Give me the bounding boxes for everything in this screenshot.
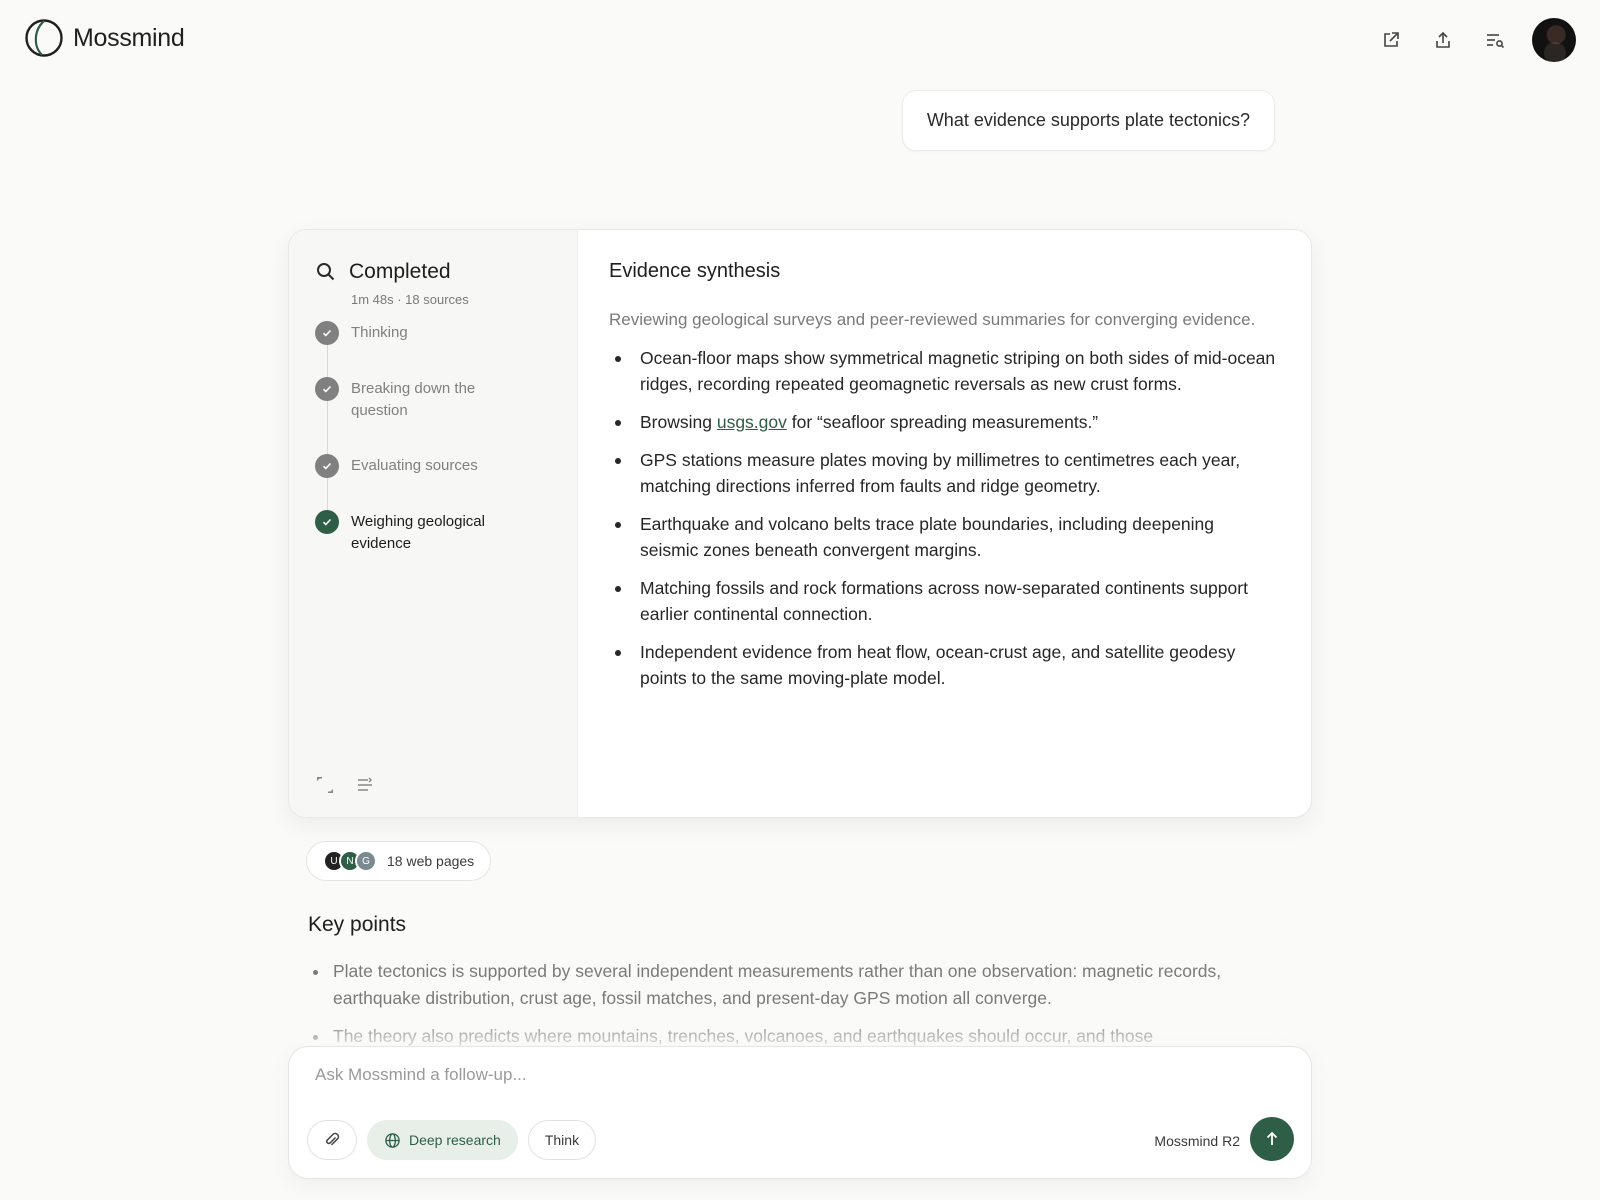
mossmind-logo-icon [25, 19, 63, 57]
step-label: Thinking [351, 324, 408, 341]
share-icon [1436, 31, 1450, 48]
share-button[interactable] [1424, 21, 1462, 59]
list-item: GPS stations measure plates moving by mi… [609, 447, 1277, 499]
user-message-bubble: What evidence supports plate tectonics? [901, 90, 1275, 151]
research-steps: Thinking Breaking down the question Eval… [315, 321, 551, 555]
step-check-icon [315, 510, 339, 534]
list-item: Ocean-floor maps show symmetrical magnet… [609, 345, 1277, 397]
composer-tools: Deep research Think [307, 1120, 597, 1160]
bullet-text: Browsing [640, 412, 717, 432]
think-toggle[interactable]: Think [527, 1120, 597, 1160]
brand[interactable]: Mossmind [24, 18, 185, 58]
user-avatar[interactable] [1532, 18, 1576, 62]
step-thinking: Thinking [315, 321, 551, 345]
search-chats-button[interactable] [1476, 21, 1514, 59]
step-check-icon [315, 321, 339, 345]
expand-button[interactable] [315, 775, 335, 795]
expand-icon [317, 777, 333, 793]
step-label: Breaking down the question [351, 380, 476, 419]
list-item: Matching fossils and rock formations acr… [609, 575, 1277, 627]
globe-icon [385, 1132, 400, 1148]
open-external-icon [1384, 32, 1399, 47]
list-item: Plate tectonics is supported by several … [308, 958, 1288, 1012]
synthesis-intro: Reviewing geological surveys and peer-re… [609, 310, 1256, 329]
synthesis-panel: Evidence synthesis Reviewing geological … [578, 230, 1311, 817]
step-breaking-down: Breaking down the question [315, 377, 551, 422]
think-label: Think [544, 1132, 580, 1148]
key-points-title: Key points [308, 913, 407, 936]
follow-up-input[interactable] [315, 1065, 1015, 1085]
status-meta: 1m 48s · 18 sources [351, 292, 469, 307]
composer: Deep research Think Mossmind R2 [288, 1046, 1312, 1179]
status-title: Completed [349, 260, 451, 283]
step-check-icon [315, 454, 339, 478]
list-item: Independent evidence from heat flow, oce… [609, 639, 1277, 691]
list-collapse-icon [358, 777, 372, 791]
new-chat-button[interactable] [1372, 21, 1410, 59]
step-label: Evaluating sources [351, 457, 478, 474]
send-button[interactable] [1250, 1117, 1294, 1161]
synthesis-bullets: Ocean-floor maps show symmetrical magnet… [609, 345, 1277, 691]
paperclip-icon [326, 1132, 340, 1146]
panel-tools [315, 775, 375, 795]
step-evaluating-sources: Evaluating sources [315, 454, 551, 478]
synthesis-title: Evidence synthesis [609, 260, 781, 282]
step-weighing-evidence: Weighing geological evidence [315, 510, 551, 555]
attach-button[interactable] [307, 1120, 357, 1160]
sources-button[interactable]: U N G 18 web pages [306, 841, 492, 881]
research-card: Completed 1m 48s · 18 sources Thinking B… [288, 229, 1312, 818]
arrow-up-icon [1266, 1131, 1278, 1145]
bullet-text: for “seafloor spreading measurements.” [786, 412, 1099, 432]
model-selector[interactable]: Mossmind R2 [1154, 1133, 1240, 1149]
source-favicons: U N G [323, 850, 377, 872]
outline-button[interactable] [355, 775, 375, 795]
deep-research-label: Deep research [409, 1132, 501, 1148]
brand-name: Mossmind [73, 23, 185, 52]
list-search-icon [1487, 34, 1505, 49]
research-status: Completed [315, 260, 551, 284]
research-progress-panel: Completed 1m 48s · 18 sources Thinking B… [289, 230, 578, 817]
source-favicon-icon: G [355, 850, 377, 872]
step-check-icon [315, 377, 339, 401]
search-icon [317, 263, 335, 281]
sources-label: 18 web pages [387, 853, 475, 869]
list-item: Earthquake and volcano belts trace plate… [609, 511, 1277, 563]
list-item: Browsing usgs.gov for “seafloor spreadin… [609, 409, 1277, 435]
step-label: Weighing geological evidence [351, 513, 485, 552]
header-actions [1372, 18, 1576, 62]
deep-research-toggle[interactable]: Deep research [367, 1120, 518, 1160]
source-link-usgs[interactable]: usgs.gov [717, 412, 787, 432]
